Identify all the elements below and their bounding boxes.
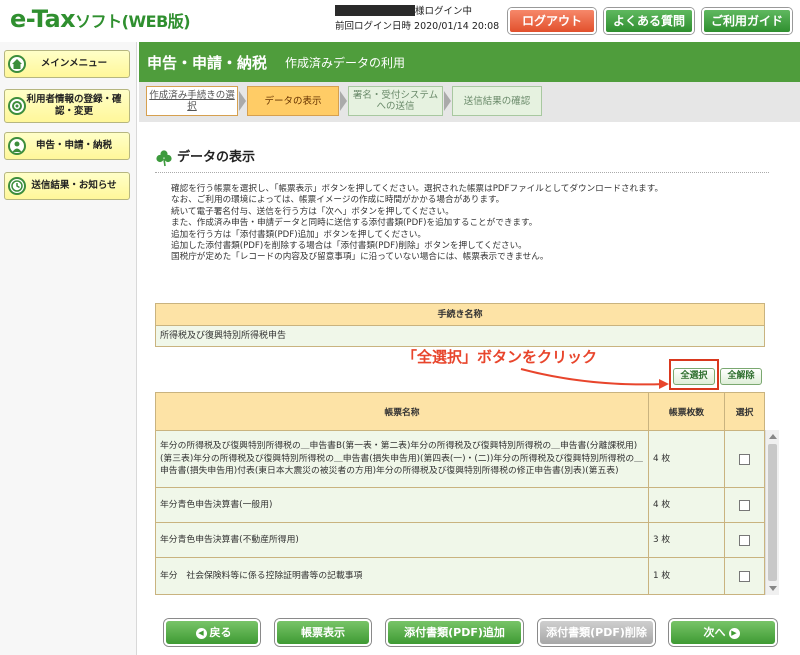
form-name: 年分 社会保険料等に係る控除証明書等の記載事項 <box>156 558 649 594</box>
faq-button[interactable]: よくある質問 <box>604 8 694 34</box>
forms-table: 帳票名称 帳票枚数 選択 年分の所得税及び復興特別所得税の＿申告書B(第一表・第… <box>155 392 765 595</box>
sidebar-item-label: メインメニュー <box>40 58 108 69</box>
app-header: e-Taxソフト(WEB版) 様ログイン中 前回ログイン日時 2020/01/1… <box>0 0 800 42</box>
step-arrow-icon <box>340 91 347 111</box>
step-display-data: データの表示 <box>247 86 339 116</box>
delete-attachment-button[interactable]: 添付書類(PDF)削除 <box>538 619 655 646</box>
content-panel: データの表示 確認を行う帳票を選択し、「帳票表示」ボタンを押してください。選択さ… <box>139 122 800 655</box>
header-form-name: 帳票名称 <box>156 393 649 430</box>
page-count: 4 枚 <box>649 431 725 487</box>
sidebar-item-user-info[interactable]: 利用者情報の登録・確認・変更 <box>4 89 130 123</box>
page-title: 申告・申請・納税 <box>147 54 268 72</box>
description-text: 確認を行う帳票を選択し、「帳票表示」ボタンを押してください。選択された帳票はPD… <box>171 184 664 263</box>
guide-button[interactable]: ご利用ガイド <box>702 8 792 34</box>
step-indicator: 作成済み手続きの選択 データの表示 署名・受付システムへの送信 送信結果の確認 <box>139 82 800 122</box>
scroll-thumb[interactable] <box>768 444 777 581</box>
logo-sub-text: ソフト(WEB版) <box>75 12 191 31</box>
sidebar-item-label: 送信結果・お知らせ <box>31 180 117 191</box>
masked-username <box>335 5 415 16</box>
logout-button[interactable]: ログアウト <box>508 8 596 34</box>
title-bar: 申告・申請・納税 作成済みデータの利用 <box>139 42 800 82</box>
header-page-count: 帳票枚数 <box>649 393 725 430</box>
page-count: 4 枚 <box>649 488 725 522</box>
table-scrollbar[interactable] <box>765 430 779 595</box>
last-login-value: 2020/01/14 20:08 <box>414 21 500 32</box>
step-sign-send: 署名・受付システムへの送信 <box>348 86 443 116</box>
form-name: 年分の所得税及び復興特別所得税の＿申告書B(第一表・第二表)年分の所得税及び復興… <box>156 431 649 487</box>
annotation-text: 「全選択」ボタンをクリック <box>402 348 598 366</box>
clock-icon <box>8 177 26 195</box>
procedure-name: 所得税及び復興特別所得税申告 <box>156 326 764 346</box>
sidebar-item-results[interactable]: 送信結果・お知らせ <box>4 172 130 200</box>
person-icon <box>8 137 26 155</box>
step-select-procedure[interactable]: 作成済み手続きの選択 <box>146 86 238 116</box>
select-checkbox[interactable] <box>739 453 750 465</box>
annotation-arrow-icon <box>520 368 669 389</box>
sidebar-item-main-menu[interactable]: メインメニュー <box>4 50 130 78</box>
step-check-result: 送信結果の確認 <box>452 86 542 116</box>
select-checkbox[interactable] <box>739 570 750 582</box>
form-name: 年分青色申告決算書(一般用) <box>156 488 649 522</box>
bottom-action-bar: ◀ 戻る 帳票表示 添付書類(PDF)追加 添付書類(PDF)削除 次へ ▶ <box>139 610 800 655</box>
login-status: 様ログイン中 <box>415 6 473 17</box>
page-subtitle: 作成済みデータの利用 <box>285 56 406 70</box>
table-row: 年分の所得税及び復興特別所得税の＿申告書B(第一表・第二表)年分の所得税及び復興… <box>156 431 764 488</box>
sidebar-item-label: 申告・申請・納税 <box>35 140 112 151</box>
page-count: 3 枚 <box>649 523 725 557</box>
login-info: 様ログイン中 前回ログイン日時 2020/01/14 20:08 <box>335 4 500 34</box>
forms-table-header: 帳票名称 帳票枚数 選択 <box>156 393 764 431</box>
etax-logo: e-Taxソフト(WEB版) <box>10 5 191 33</box>
back-arrow-icon: ◀ <box>195 628 207 639</box>
scroll-down-icon[interactable] <box>769 586 777 591</box>
main-area: 申告・申請・納税 作成済みデータの利用 作成済み手続きの選択 データの表示 署名… <box>139 42 800 655</box>
step-arrow-icon <box>239 91 246 111</box>
back-button[interactable]: ◀ 戻る <box>164 619 260 646</box>
next-button[interactable]: 次へ ▶ <box>669 619 777 646</box>
page-count: 1 枚 <box>649 558 725 594</box>
logo-main-text: e-Tax <box>10 5 76 33</box>
clear-all-button[interactable]: 全解除 <box>720 368 762 385</box>
display-forms-button[interactable]: 帳票表示 <box>275 619 371 646</box>
section-title-text: データの表示 <box>177 150 256 165</box>
scroll-up-icon[interactable] <box>769 434 777 439</box>
sidebar-item-declaration[interactable]: 申告・申請・納税 <box>4 132 130 160</box>
user-settings-icon <box>8 97 26 115</box>
next-arrow-icon: ▶ <box>728 628 740 639</box>
add-attachment-button[interactable]: 添付書類(PDF)追加 <box>386 619 523 646</box>
clover-icon <box>156 150 172 167</box>
procedure-table: 手続き名称 所得税及び復興特別所得税申告 <box>155 303 765 347</box>
select-checkbox[interactable] <box>739 534 750 546</box>
table-row: 年分青色申告決算書(一般用) 4 枚 <box>156 488 764 523</box>
step-arrow-icon <box>444 91 451 111</box>
header-select: 選択 <box>735 408 754 418</box>
table-row: 年分 社会保険料等に係る控除証明書等の記載事項 1 枚 <box>156 558 764 594</box>
sidebar: メインメニュー 利用者情報の登録・確認・変更 申告・申請・納税 送信結果・お知ら… <box>0 42 137 655</box>
table-row: 年分青色申告決算書(不動産所得用) 3 枚 <box>156 523 764 558</box>
form-name: 年分青色申告決算書(不動産所得用) <box>156 523 649 557</box>
last-login-label: 前回ログイン日時 <box>335 21 412 32</box>
sidebar-item-label: 利用者情報の登録・確認・変更 <box>26 94 122 117</box>
select-checkbox[interactable] <box>739 499 750 511</box>
select-all-button[interactable]: 全選択 <box>673 368 715 385</box>
home-icon <box>8 55 26 73</box>
forms-table-body: 年分の所得税及び復興特別所得税の＿申告書B(第一表・第二表)年分の所得税及び復興… <box>156 431 764 594</box>
procedure-table-header: 手続き名称 <box>156 304 764 326</box>
section-title: データの表示 <box>155 147 769 173</box>
